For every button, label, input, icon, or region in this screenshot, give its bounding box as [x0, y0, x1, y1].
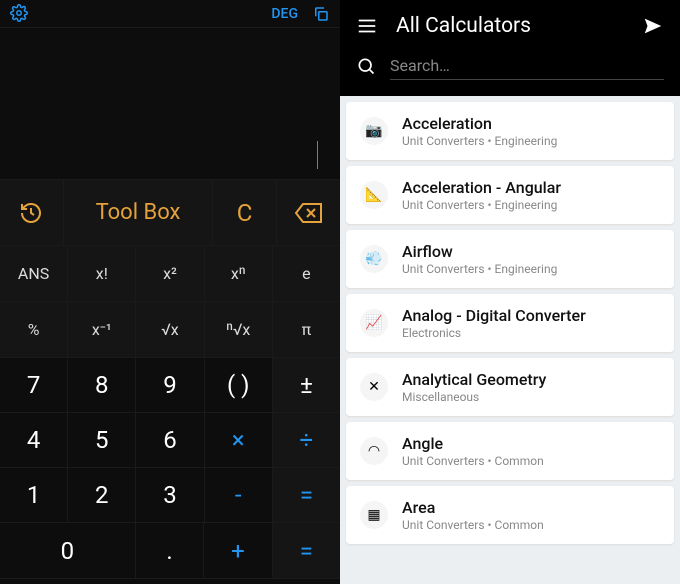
item-body: AngleUnit Converters • Common	[402, 434, 660, 468]
fn-key-ans[interactable]: ANS	[0, 246, 68, 302]
key-dot[interactable]: .	[136, 523, 204, 579]
key-[interactable]: ±	[273, 358, 340, 413]
fn-key-[interactable]: π	[273, 302, 340, 358]
num-row: 123-=	[0, 468, 340, 523]
calculator-display[interactable]	[0, 28, 340, 180]
item-icon: ▦	[360, 501, 388, 529]
item-icon: 💨	[360, 245, 388, 273]
menu-icon[interactable]	[356, 15, 378, 37]
copy-icon[interactable]	[312, 5, 330, 23]
item-icon: 📈	[360, 309, 388, 337]
key-1[interactable]: 1	[0, 468, 68, 523]
backspace-button[interactable]	[277, 180, 340, 246]
search-input[interactable]	[390, 52, 664, 80]
calculator-topbar: DEG	[0, 0, 340, 28]
list-header: All Calculators	[340, 0, 680, 96]
cursor	[317, 141, 318, 169]
share-icon[interactable]	[642, 15, 664, 37]
history-button[interactable]	[0, 180, 64, 246]
item-body: AreaUnit Converters • Common	[402, 498, 660, 532]
list-item[interactable]: 💨 AirflowUnit Converters • Engineering	[346, 230, 674, 288]
item-subtitle: Unit Converters • Engineering	[402, 262, 660, 276]
bottom-row: 0 . + =	[0, 523, 340, 579]
fn-key-x[interactable]: xⁿ	[205, 246, 273, 302]
fn-key-x[interactable]: x⁻¹	[68, 302, 136, 358]
key-[interactable]: ( )	[205, 358, 273, 413]
item-body: Analytical GeometryMiscellaneous	[402, 370, 660, 404]
item-title: Acceleration	[402, 114, 660, 133]
key-6[interactable]: 6	[136, 413, 204, 468]
num-row: 789( )±	[0, 358, 340, 413]
key-[interactable]: =	[273, 468, 340, 523]
key-[interactable]: ×	[205, 413, 273, 468]
fn-key-[interactable]: %	[0, 302, 68, 358]
fn-key-x[interactable]: √x	[136, 302, 204, 358]
list-item[interactable]: 📈 Analog - Digital ConverterElectronics	[346, 294, 674, 352]
item-subtitle: Unit Converters • Engineering	[402, 134, 660, 148]
item-title: Area	[402, 498, 660, 517]
list-item[interactable]: ▦ AreaUnit Converters • Common	[346, 486, 674, 544]
item-title: Angle	[402, 434, 660, 453]
key-8[interactable]: 8	[68, 358, 136, 413]
item-subtitle: Unit Converters • Engineering	[402, 198, 660, 212]
fn-row: %x⁻¹√xⁿ√xπ	[0, 302, 340, 358]
fn-key-x[interactable]: x²	[136, 246, 204, 302]
item-icon: ◠	[360, 437, 388, 465]
clear-button[interactable]: C	[213, 180, 277, 246]
item-subtitle: Electronics	[402, 326, 660, 340]
key-[interactable]: ÷	[273, 413, 340, 468]
fn-key-x[interactable]: ⁿ√x	[205, 302, 273, 358]
item-icon: 📐	[360, 181, 388, 209]
list-item[interactable]: 📐 Acceleration - AngularUnit Converters •…	[346, 166, 674, 224]
key-[interactable]: -	[205, 468, 273, 523]
calculator-list[interactable]: 📷AccelerationUnit Converters • Engineeri…	[340, 96, 680, 584]
list-item[interactable]: ◠ AngleUnit Converters • Common	[346, 422, 674, 480]
key-7[interactable]: 7	[0, 358, 68, 413]
item-icon: ✕	[360, 373, 388, 401]
key-9[interactable]: 9	[136, 358, 204, 413]
key-4[interactable]: 4	[0, 413, 68, 468]
fn-key-e[interactable]: e	[273, 246, 340, 302]
item-title: Analytical Geometry	[402, 370, 660, 389]
item-subtitle: Unit Converters • Common	[402, 454, 660, 468]
calculator-panel: DEG Tool Box C ANSx!x²xⁿe%x⁻¹√xⁿ√xπ 789(…	[0, 0, 340, 584]
key-2[interactable]: 2	[68, 468, 136, 523]
page-title: All Calculators	[396, 14, 624, 38]
item-icon: 📷	[360, 117, 388, 145]
search-icon	[356, 56, 376, 76]
item-body: Acceleration - AngularUnit Converters • …	[402, 178, 660, 212]
item-title: Airflow	[402, 242, 660, 261]
num-row: 456×÷	[0, 413, 340, 468]
item-body: Analog - Digital ConverterElectronics	[402, 306, 660, 340]
fn-key-x[interactable]: x!	[68, 246, 136, 302]
item-subtitle: Miscellaneous	[402, 390, 660, 404]
key-equals[interactable]: =	[273, 523, 340, 579]
key-plus[interactable]: +	[204, 523, 272, 579]
key-3[interactable]: 3	[136, 468, 204, 523]
list-item[interactable]: ✕ Analytical GeometryMiscellaneous	[346, 358, 674, 416]
item-title: Acceleration - Angular	[402, 178, 660, 197]
item-title: Analog - Digital Converter	[402, 306, 660, 325]
item-body: AccelerationUnit Converters • Engineerin…	[402, 114, 660, 148]
gear-icon[interactable]	[10, 4, 28, 22]
item-subtitle: Unit Converters • Common	[402, 518, 660, 532]
list-item[interactable]: 📷 AccelerationUnit Converters • Engineeri…	[346, 102, 674, 160]
deg-mode-label[interactable]: DEG	[271, 6, 298, 22]
toolbox-row: Tool Box C	[0, 180, 340, 246]
key-5[interactable]: 5	[68, 413, 136, 468]
toolbox-button[interactable]: Tool Box	[64, 180, 213, 246]
calculator-list-panel: All Calculators 📷AccelerationUnit Conver…	[340, 0, 680, 584]
key-0[interactable]: 0	[0, 523, 136, 579]
fn-row: ANSx!x²xⁿe	[0, 246, 340, 302]
item-body: AirflowUnit Converters • Engineering	[402, 242, 660, 276]
